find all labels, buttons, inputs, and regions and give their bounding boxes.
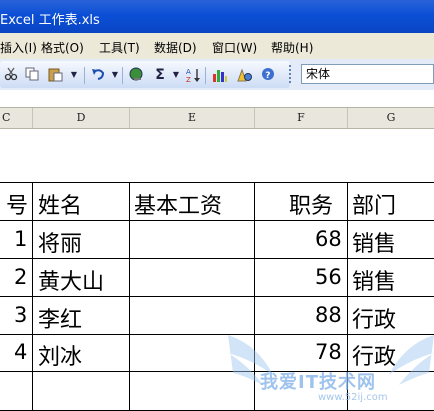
grid-line (0, 220, 434, 221)
cut-icon[interactable] (3, 67, 19, 83)
autosum-icon[interactable]: Σ (152, 67, 168, 83)
paste-dropdown-icon[interactable]: ▼ (66, 67, 82, 83)
watermark-url: www.52ij.com (318, 392, 388, 403)
font-name-field[interactable]: 宋体 (301, 64, 434, 84)
column-header-c[interactable]: C (0, 108, 33, 128)
drawing-icon[interactable] (236, 67, 252, 83)
header-number[interactable]: 号 (6, 188, 28, 220)
hyperlink-icon[interactable] (129, 67, 145, 83)
header-name[interactable]: 姓名 (38, 188, 82, 220)
menu-tools[interactable]: 工具(T) (99, 39, 140, 56)
column-header-g[interactable]: G (348, 108, 434, 128)
watermark-text: 我爱IT技术网 (260, 372, 376, 393)
menu-bar: 插入(I) 格式(O) 工具(T) 数据(D) 窗口(W) 帮助(H) (0, 33, 434, 60)
menu-window[interactable]: 窗口(W) (212, 39, 257, 56)
column-header-d[interactable]: D (33, 108, 130, 128)
grid-line (129, 182, 130, 411)
header-department[interactable]: 部门 (352, 188, 396, 220)
toolbar-grip[interactable] (286, 63, 294, 87)
table-cell-number[interactable]: 1 (14, 227, 27, 251)
grid-line (32, 182, 33, 411)
menu-data[interactable]: 数据(D) (154, 39, 197, 56)
table-cell-position[interactable]: 68 (315, 227, 342, 251)
table-cell-department[interactable]: 销售 (352, 226, 396, 258)
menu-format[interactable]: 格式(O) (41, 39, 84, 56)
table-cell-number[interactable]: 4 (14, 340, 27, 364)
toolbar-separator (205, 67, 206, 84)
column-header-e[interactable]: E (130, 108, 255, 128)
window-title: Excel 工作表.xls (0, 13, 100, 28)
undo-dropdown-icon[interactable]: ▼ (107, 67, 123, 83)
chart-wizard-icon[interactable] (212, 67, 228, 83)
table-cell-position[interactable]: 56 (315, 265, 342, 289)
column-header-row: C D E F G (0, 107, 434, 129)
column-header-f[interactable]: F (255, 108, 348, 128)
copy-icon[interactable] (24, 67, 40, 83)
menu-insert[interactable]: 插入(I) (0, 39, 37, 56)
autosum-dropdown-icon[interactable]: ▼ (168, 67, 184, 83)
table-cell-name[interactable]: 黄大山 (38, 264, 104, 296)
menu-help[interactable]: 帮助(H) (271, 39, 313, 56)
standard-toolbar: ▼ ▼ Σ ▼ AZ ? 宋体 (0, 59, 434, 91)
title-bar: Excel 工作表.xls (0, 0, 434, 33)
header-base-salary[interactable]: 基本工资 (134, 188, 222, 220)
table-cell-name[interactable]: 李红 (38, 302, 82, 334)
help-icon[interactable]: ? (260, 67, 276, 83)
paste-icon[interactable] (48, 67, 64, 83)
table-cell-number[interactable]: 2 (14, 265, 27, 289)
svg-text:A: A (186, 68, 191, 76)
undo-icon[interactable] (90, 67, 106, 83)
svg-text:Z: Z (186, 76, 191, 83)
table-cell-department[interactable]: 行政 (352, 302, 396, 334)
grid-line (0, 296, 434, 297)
table-cell-name[interactable]: 将丽 (38, 226, 82, 258)
table-cell-name[interactable]: 刘冰 (38, 339, 82, 371)
toolbar-panel: ▼ ▼ Σ ▼ AZ ? (0, 61, 290, 88)
table-cell-department[interactable]: 销售 (352, 264, 396, 296)
table-cell-position[interactable]: 88 (315, 303, 342, 327)
svg-text:?: ? (265, 71, 270, 81)
table-cell-number[interactable]: 3 (14, 303, 27, 327)
toolbar-separator (84, 67, 85, 84)
sort-ascending-icon[interactable]: AZ (185, 67, 201, 84)
grid-line (0, 258, 434, 259)
toolbar-separator (122, 67, 123, 84)
formula-bar-strip (0, 90, 434, 108)
grid-line (0, 182, 434, 183)
header-position[interactable]: 职务 (289, 188, 333, 220)
